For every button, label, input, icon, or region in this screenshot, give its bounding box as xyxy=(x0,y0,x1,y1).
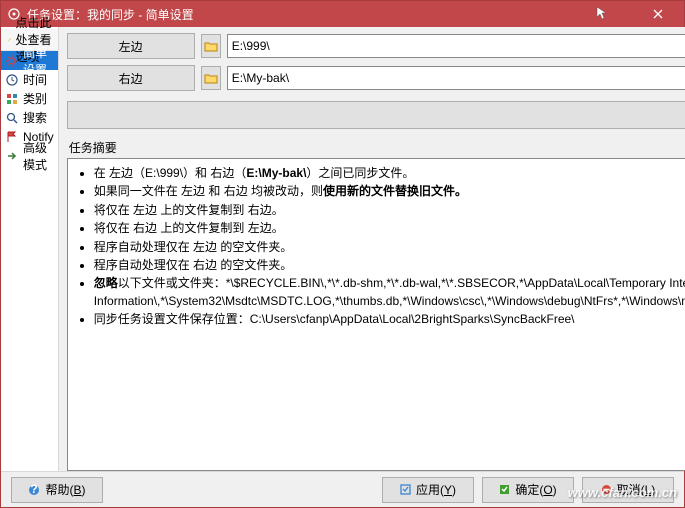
wand-icon xyxy=(7,34,12,46)
cancel-icon xyxy=(601,484,612,495)
summary-label: 任务摘要 xyxy=(69,139,685,156)
close-button[interactable] xyxy=(638,1,678,27)
summary-item: 在 左边（E:\999\）和 右边（E:\My-bak\）之间已同步文件。 xyxy=(94,165,685,182)
ok-button[interactable]: 确定(O) xyxy=(482,477,574,503)
check-icon xyxy=(499,484,510,495)
summary-item: 程序自动处理仅在 左边 的空文件夹。 xyxy=(94,239,685,256)
arrow-icon xyxy=(5,149,19,163)
cursor-icon xyxy=(596,6,608,23)
sidebar-item-label: 高级模式 xyxy=(23,139,54,173)
summary-box: 在 左边（E:\999\）和 右边（E:\My-bak\）之间已同步文件。如果同… xyxy=(67,158,685,471)
sidebar-item-5[interactable]: 高级模式 xyxy=(1,146,58,165)
clock-icon xyxy=(5,73,19,87)
cancel-button[interactable]: 取消(L) xyxy=(582,477,674,503)
sidebar-item-0[interactable]: 简单设置 xyxy=(1,51,58,70)
left-folder-button[interactable] xyxy=(201,34,221,58)
right-path-input[interactable] xyxy=(227,66,685,90)
sidebar-item-label: 搜索 xyxy=(23,109,47,126)
right-folder-button[interactable] xyxy=(201,66,221,90)
titlebar: 任务设置：我的同步 - 简单设置 xyxy=(1,1,684,27)
summary-item: 同步任务设置文件保存位置：C:\Users\cfanp\AppData\Loca… xyxy=(94,311,685,328)
svg-text:?: ? xyxy=(31,484,38,496)
sidebar-item-label: 类别 xyxy=(23,90,47,107)
footer: ?帮助(B) 应用(Y) 确定(O) 取消(L) xyxy=(1,471,684,507)
left-path-input[interactable] xyxy=(227,34,685,58)
content-panel: 左边 使用替换标记 右边 使用替换标记 选择子文件夹和文件(Z) 更改筛选条件(… xyxy=(59,27,685,471)
right-side-button[interactable]: 右边 xyxy=(67,65,195,91)
search-icon xyxy=(5,111,19,125)
sidebar-item-2[interactable]: 类别 xyxy=(1,89,58,108)
sidebar: 点击此处查看选项 简单设置时间类别搜索Notify高级模式 xyxy=(1,27,59,471)
help-icon: ? xyxy=(28,484,40,496)
folder-icon xyxy=(204,41,218,52)
summary-item: 如果同一文件在 左边 和 右边 均被改动，则使用新的文件替换旧文件。 xyxy=(94,183,685,200)
sidebar-item-label: 时间 xyxy=(23,71,47,88)
gear-icon xyxy=(5,54,19,68)
left-side-button[interactable]: 左边 xyxy=(67,33,195,59)
sidebar-item-3[interactable]: 搜索 xyxy=(1,108,58,127)
folder-icon xyxy=(204,73,218,84)
flag-icon xyxy=(5,130,19,144)
summary-item: 将仅在 右边 上的文件复制到 左边。 xyxy=(94,220,685,237)
apply-button[interactable]: 应用(Y) xyxy=(382,477,474,503)
grid-icon xyxy=(5,92,19,106)
summary-item: 将仅在 左边 上的文件复制到 右边。 xyxy=(94,202,685,219)
summary-item: 忽略以下文件或文件夹：*\$RECYCLE.BIN\,*\*.db-shm,*\… xyxy=(94,275,685,310)
help-button[interactable]: ?帮助(B) xyxy=(11,477,103,503)
close-icon xyxy=(653,9,663,19)
choose-folders-button[interactable]: 选择子文件夹和文件(Z) xyxy=(67,101,685,129)
apply-icon xyxy=(400,484,411,495)
summary-item: 程序自动处理仅在 右边 的空文件夹。 xyxy=(94,257,685,274)
window-title: 任务设置：我的同步 - 简单设置 xyxy=(27,6,596,23)
